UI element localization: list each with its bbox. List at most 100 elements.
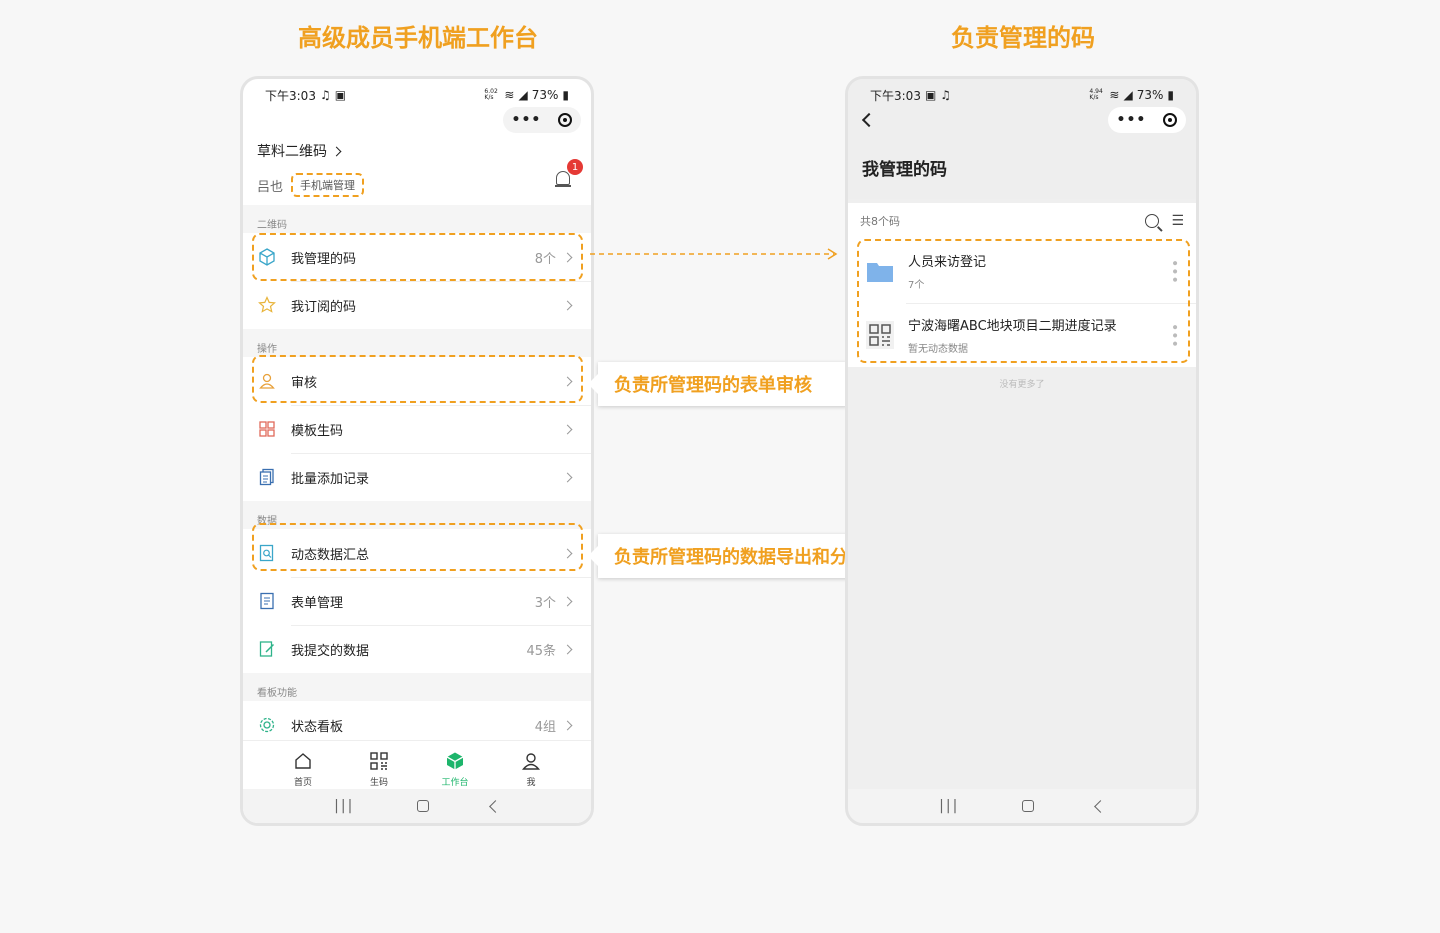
more-icon[interactable]: ••• <box>512 112 542 128</box>
role-tag: 手机端管理 <box>291 173 365 197</box>
page-header: 下午3:03 ▣ ♫ 4.94 K/s ≋ ◢ 73% ▮ ••• 我管理的码 <box>848 79 1196 199</box>
qr-grid-icon <box>370 752 388 770</box>
qr-code-icon <box>866 321 894 349</box>
tab-generate[interactable]: 生码 <box>349 741 409 792</box>
template-grid-icon <box>257 419 277 439</box>
more-icon[interactable]: ••• <box>1117 112 1147 128</box>
sort-icon[interactable]: ☰ <box>1171 213 1184 229</box>
menu-item-batch-add[interactable]: 批量添加记录 <box>243 453 591 501</box>
chevron-right-icon <box>562 300 573 310</box>
close-mini-program-icon[interactable] <box>1163 113 1178 127</box>
tab-label: 我 <box>526 778 536 788</box>
home-button-icon[interactable] <box>1021 800 1034 812</box>
code-subtitle: 7个 <box>908 280 925 291</box>
notification-badge: 1 <box>567 159 583 175</box>
list-item[interactable]: 人员来访登记 7个 ••• <box>848 239 1196 303</box>
home-button-icon[interactable] <box>416 800 429 812</box>
menu-item-label: 我订阅的码 <box>291 299 357 315</box>
menu-item-label: 批量添加记录 <box>291 471 370 487</box>
menu-item-count: 8个 <box>534 251 556 267</box>
user-row: 吕也 手机端管理 <box>257 173 577 197</box>
data-search-icon <box>257 543 277 563</box>
cube-outline-icon <box>257 247 277 267</box>
menu-item-template-generate[interactable]: 模板生码 <box>243 405 591 453</box>
chevron-right-icon <box>562 376 573 386</box>
network-speed: 6.02 K/s <box>484 88 498 101</box>
chevron-right-icon <box>331 146 342 156</box>
section-title: 操作 <box>243 329 591 357</box>
system-nav-bar: ||| <box>243 789 591 823</box>
tab-home[interactable]: 首页 <box>273 741 333 792</box>
left-heading: 高级成员手机端工作台 <box>298 24 538 52</box>
section-title: 看板功能 <box>243 673 591 701</box>
code-subtitle: 暂无动态数据 <box>908 344 968 355</box>
form-icon <box>257 591 277 611</box>
workspace-name: 草料二维码 <box>257 144 327 160</box>
recent-apps-icon[interactable]: ||| <box>334 798 354 814</box>
back-arrow-icon[interactable] <box>861 112 877 128</box>
system-nav-bar: ||| <box>848 789 1196 823</box>
mini-program-capsule: ••• <box>503 107 581 133</box>
battery-level: 73% <box>531 88 559 102</box>
battery-icon: ▮ <box>562 88 569 102</box>
chevron-right-icon <box>562 548 573 558</box>
network-speed: 4.94 K/s <box>1089 88 1103 101</box>
recent-apps-icon[interactable]: ||| <box>939 798 959 814</box>
wifi-icon: ≋ <box>1109 88 1120 102</box>
status-board-icon <box>257 715 277 735</box>
chevron-right-icon <box>562 596 573 606</box>
cube-icon <box>446 752 464 770</box>
tab-label: 首页 <box>293 778 312 788</box>
status-time: 下午3:03 <box>870 88 921 103</box>
menu-item-my-codes[interactable]: 我管理的码 8个 <box>243 233 591 281</box>
list-item[interactable]: 宁波海曙ABC地块项目二期进度记录 暂无动态数据 ••• <box>848 303 1196 367</box>
status-bar: 下午3:03 ▣ ♫ 4.94 K/s ≋ ◢ 73% ▮ <box>848 79 1196 105</box>
menu-item-review[interactable]: 审核 <box>243 357 591 405</box>
image-icon: ▣ <box>334 88 347 102</box>
workspace-header: 草料二维码 吕也 手机端管理 1 <box>257 141 583 197</box>
search-icon[interactable] <box>1145 214 1160 228</box>
menu-item-label: 我提交的数据 <box>291 643 370 659</box>
tab-me[interactable]: 我 <box>501 741 561 792</box>
menu-item-data-summary[interactable]: 动态数据汇总 <box>243 529 591 577</box>
status-time: 下午3:03 <box>265 88 316 103</box>
more-options-icon[interactable]: ••• <box>1166 259 1182 284</box>
documents-icon <box>257 467 277 487</box>
menu-item-label: 动态数据汇总 <box>291 547 370 563</box>
tab-label: 工作台 <box>441 778 469 788</box>
menu-item-count: 4组 <box>534 719 556 735</box>
workspace-switcher[interactable]: 草料二维码 <box>257 141 577 161</box>
list-header: 共8个码 ☰ <box>848 203 1196 239</box>
workbench-menu: 二维码 我管理的码 8个 我订阅的码 操作 审核 模板生码 批量添加记录 数据 … <box>243 205 591 749</box>
notification-bell-icon[interactable]: 1 <box>555 159 583 189</box>
menu-item-subscribed-codes[interactable]: 我订阅的码 <box>243 281 591 329</box>
tab-workbench[interactable]: 工作台 <box>425 741 485 792</box>
menu-item-label: 模板生码 <box>291 423 344 439</box>
menu-item-label: 状态看板 <box>291 719 344 735</box>
tab-label: 生码 <box>369 778 388 788</box>
battery-icon: ▮ <box>1167 88 1174 102</box>
right-phone-screen: 下午3:03 ▣ ♫ 4.94 K/s ≋ ◢ 73% ▮ ••• 我管理的码 … <box>845 76 1199 826</box>
section-title: 数据 <box>243 501 591 529</box>
more-options-icon[interactable]: ••• <box>1166 323 1182 348</box>
bottom-tab-bar: 首页 生码 工作台 我 <box>243 740 591 792</box>
close-mini-program-icon[interactable] <box>558 113 573 127</box>
status-bar: 下午3:03 ♫ ▣ 6.02 K/s ≋ ◢ 73% ▮ <box>243 79 591 105</box>
menu-item-form-management[interactable]: 表单管理 3个 <box>243 577 591 625</box>
back-button-icon[interactable] <box>1093 799 1107 813</box>
signal-icon: ◢ <box>518 88 528 102</box>
chevron-right-icon <box>562 720 573 730</box>
menu-item-my-submissions[interactable]: 我提交的数据 45条 <box>243 625 591 673</box>
menu-item-count: 45条 <box>526 643 556 659</box>
reviewer-icon <box>257 371 277 391</box>
signal-icon: ◢ <box>1123 88 1133 102</box>
left-phone-screen: 下午3:03 ♫ ▣ 6.02 K/s ≋ ◢ 73% ▮ ••• 草料二维码 … <box>240 76 594 826</box>
menu-item-label: 我管理的码 <box>291 251 357 267</box>
image-icon: ▣ <box>924 88 937 102</box>
folder-icon <box>867 263 893 282</box>
user-icon <box>522 753 540 770</box>
chevron-right-icon <box>562 252 573 262</box>
back-button-icon[interactable] <box>488 799 502 813</box>
mini-program-capsule: ••• <box>1108 107 1186 133</box>
page-title: 我管理的码 <box>862 160 947 180</box>
